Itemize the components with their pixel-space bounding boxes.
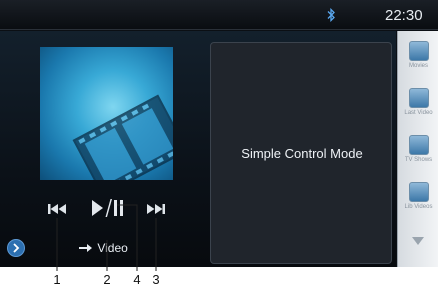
arrow-right-icon [79,243,92,252]
skip-previous-button[interactable] [46,201,68,217]
status-bar: 22:30 [0,0,438,30]
rail-item-movies[interactable]: Movies [402,39,435,73]
rail-item-label: TV Shows [404,157,433,163]
clock: 22:30 [385,7,423,24]
rail-item-tv-shows[interactable]: TV Shows [402,133,435,167]
callout-2: 2 [103,272,111,287]
film-icon [409,41,429,61]
video-main-area: Video Simple Control Mode [0,31,396,267]
skip-next-button[interactable] [145,201,167,217]
simple-control-mode-label: Simple Control Mode [241,146,363,161]
video-display-panel[interactable]: Simple Control Mode [210,42,392,264]
tv-shows-icon [409,135,429,155]
scroll-down-button[interactable] [411,236,425,246]
callout-3: 3 [152,272,160,287]
callout-1: 1 [53,272,61,287]
more-options-button[interactable] [7,239,25,257]
play-pause-button[interactable] [90,197,128,219]
rail-item-label: Last Video [404,110,433,116]
chevron-right-icon [13,243,20,253]
library-icon [409,182,429,202]
side-rail: Movies Last Video TV Shows Lib Videos [397,31,438,267]
last-video-icon [409,88,429,108]
rail-item-label: Lib Videos [404,204,433,210]
bluetooth-icon [327,8,335,22]
callout-4: 4 [133,272,141,287]
rail-item-label: Movies [408,63,428,69]
rail-item-last-video[interactable]: Last Video [402,86,435,120]
head-unit-screen: 22:30 Video Simple Control Mode Movies L… [0,0,438,267]
video-source-link[interactable]: Video [78,238,148,256]
video-link-label: Video [97,240,128,255]
rail-item-lib-videos[interactable]: Lib Videos [402,180,435,214]
video-thumbnail [40,47,173,180]
film-reel-icon [72,94,173,180]
